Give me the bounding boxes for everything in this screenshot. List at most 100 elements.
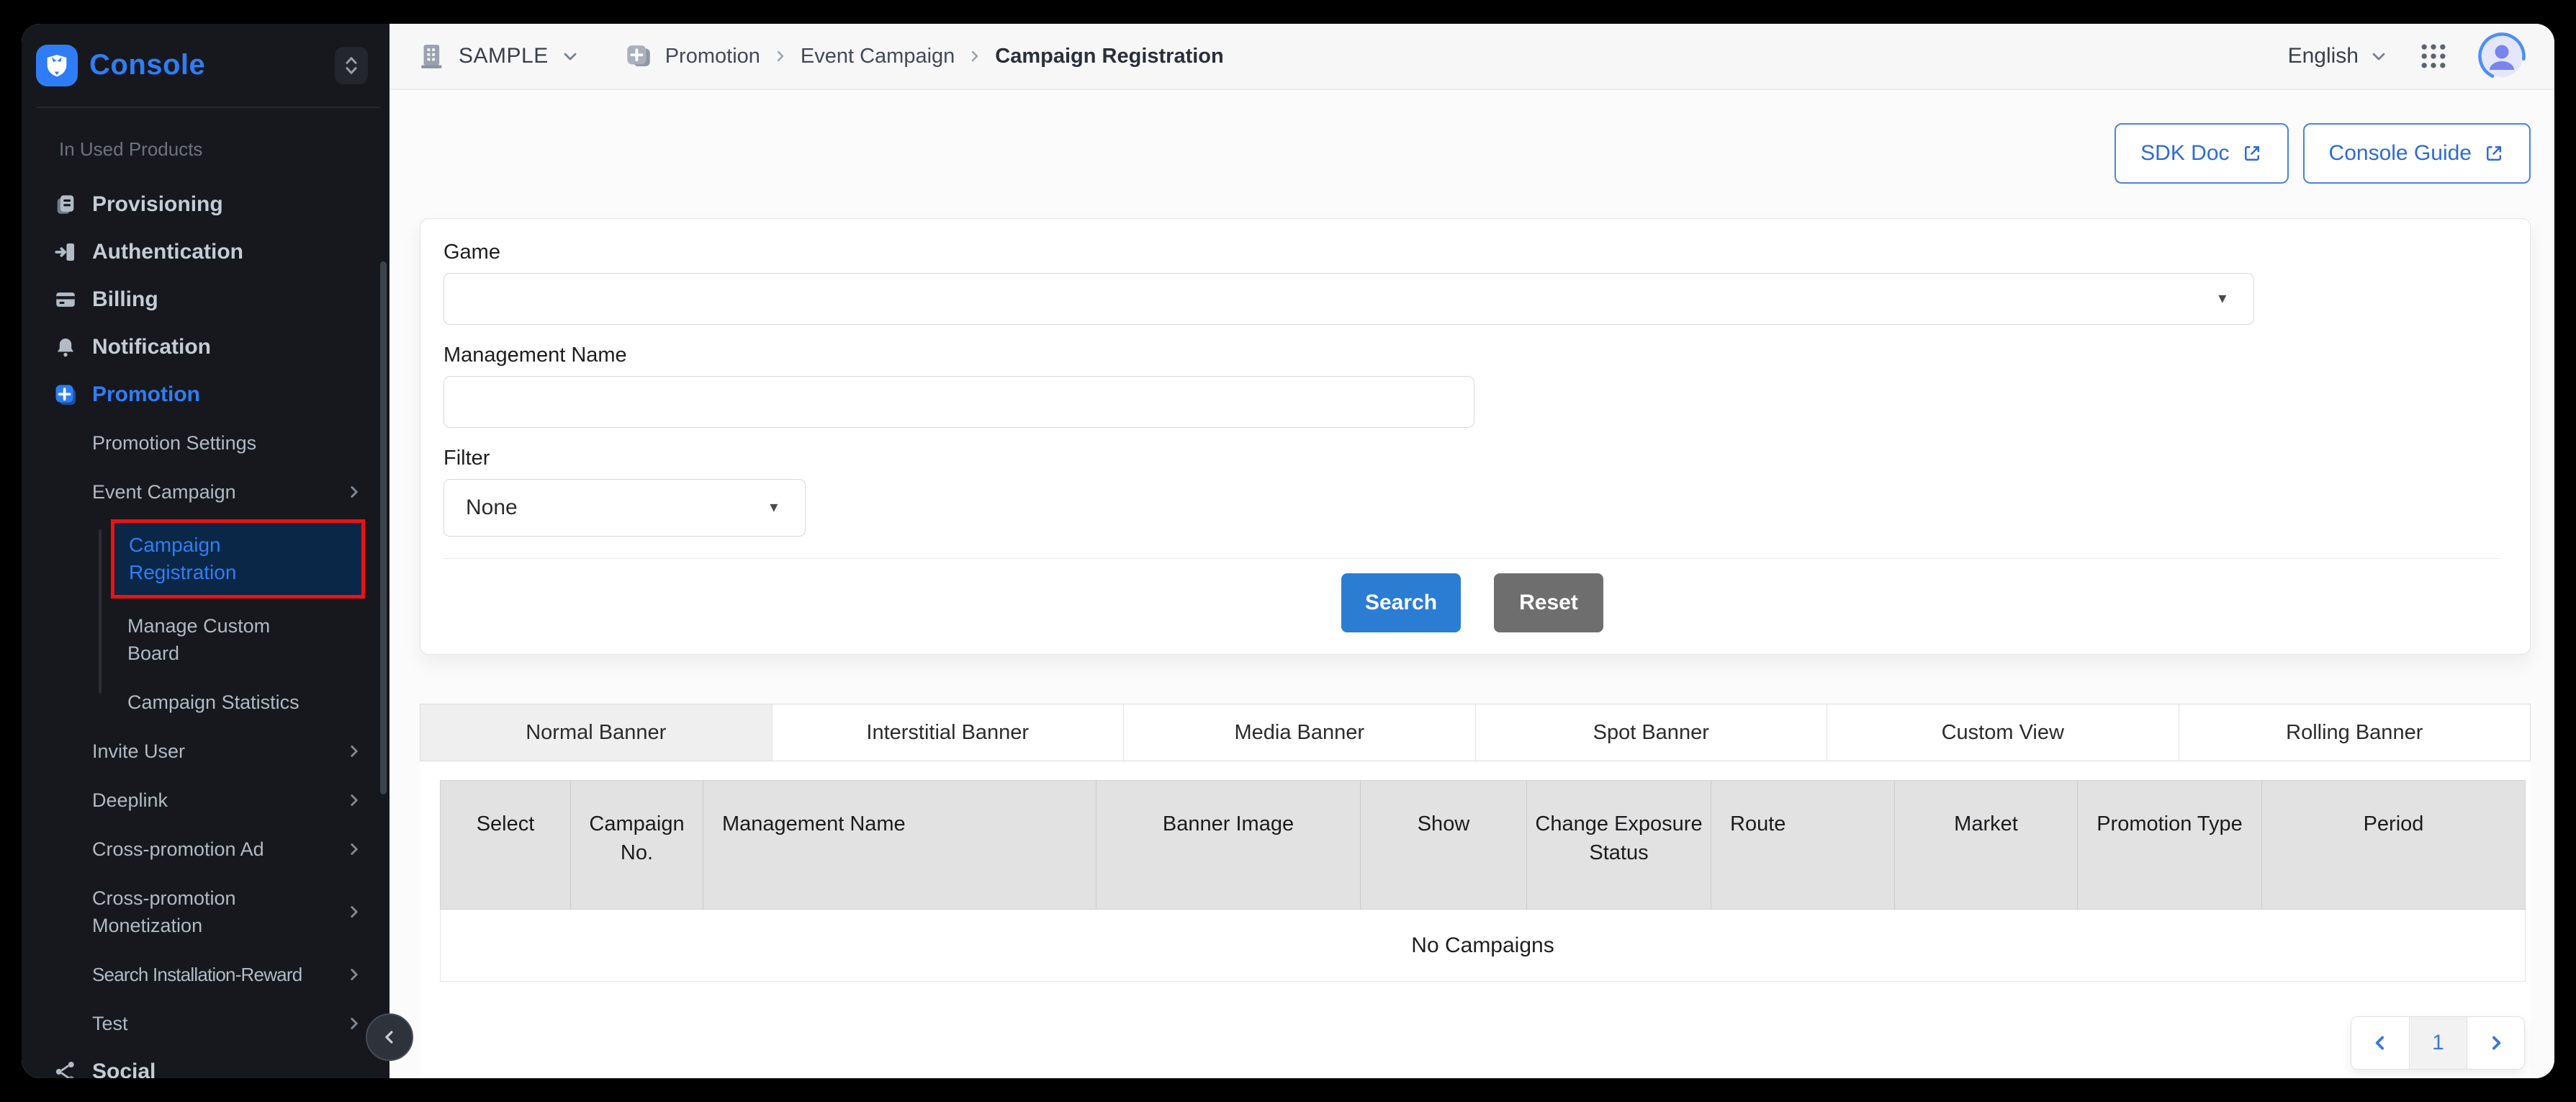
sidebar-item-promotion-settings[interactable]: Promotion Settings (22, 418, 389, 467)
sidebar-subitem-label: Test (92, 1013, 128, 1034)
management-name-input[interactable] (444, 377, 1474, 427)
language-selector[interactable]: English (2288, 44, 2389, 68)
breadcrumb-item[interactable]: Event Campaign (801, 45, 955, 68)
sdk-doc-button[interactable]: SDK Doc (2115, 123, 2288, 184)
sidebar-item-search-installation-reward[interactable]: Search Installation-Reward (22, 950, 389, 999)
sidebar-item-cross-promotion-ad[interactable]: Cross-promotion Ad (22, 825, 389, 874)
sidebar-item-notification[interactable]: Notification (22, 323, 389, 371)
sidebar-nav: Provisioning Authentication Billing (22, 181, 389, 1078)
chevron-right-icon (772, 48, 789, 65)
sidebar-item-promotion[interactable]: Promotion (22, 371, 389, 418)
search-button[interactable]: Search (1341, 573, 1461, 632)
sidebar-item-provisioning[interactable]: Provisioning (22, 181, 389, 228)
breadcrumb: Promotion Event Campaign Campaign Regist… (623, 41, 1224, 71)
sidebar-subitem-label: Campaign Statistics (127, 691, 300, 713)
breadcrumb-item[interactable]: Promotion (665, 45, 760, 68)
sidebar-item-label: Notification (92, 335, 211, 359)
event-campaign-subgroup: Campaign Registration Manage Custom Boar… (22, 519, 389, 727)
game-select[interactable]: ▼ (443, 273, 2254, 325)
console-guide-button[interactable]: Console Guide (2303, 123, 2531, 184)
building-icon (418, 41, 447, 71)
tab-custom-view[interactable]: Custom View (1827, 704, 2179, 761)
plus-badge-icon (53, 382, 78, 407)
sdk-doc-label: SDK Doc (2140, 141, 2229, 166)
tab-interstitial-banner[interactable]: Interstitial Banner (772, 704, 1124, 761)
credit-card-icon (53, 287, 78, 312)
campaign-table-panel: Select Campaign No. Management Name Bann… (420, 761, 2531, 1078)
external-link-icon (2483, 143, 2505, 164)
previous-page-button[interactable] (2351, 1017, 2409, 1069)
sidebar-item-social[interactable]: Social (22, 1048, 389, 1078)
sidebar-item-invite-user[interactable]: Invite User (22, 727, 389, 776)
org-name: SAMPLE (459, 44, 549, 68)
doc-links-row: SDK Doc Console Guide (420, 123, 2531, 184)
tab-spot-banner[interactable]: Spot Banner (1475, 704, 1827, 761)
column-header-market: Market (1894, 781, 2077, 909)
empty-table-row: No Campaigns (440, 910, 2526, 982)
caret-down-icon: ▼ (767, 500, 780, 515)
sidebar-item-test[interactable]: Test (22, 999, 389, 1048)
chevron-right-icon (2485, 1032, 2507, 1054)
console-logo-icon[interactable] (36, 45, 78, 86)
external-link-icon (2241, 143, 2263, 164)
sidebar-item-label: Provisioning (92, 192, 223, 217)
sidebar-scrollbar-thumb[interactable] (380, 261, 387, 794)
management-name-label: Management Name (443, 344, 2501, 367)
sidebar-item-billing[interactable]: Billing (22, 276, 389, 323)
project-switcher-button[interactable] (335, 47, 368, 84)
sidebar-item-label: Promotion (92, 382, 200, 407)
reset-button[interactable]: Reset (1494, 573, 1603, 632)
sidebar-subitem-label: Manage Custom Board (127, 612, 279, 667)
app-grid-icon[interactable] (2418, 40, 2449, 72)
sidebar-subitem-label: Cross-promotion Ad (92, 838, 264, 860)
sidebar-item-authentication[interactable]: Authentication (22, 228, 389, 276)
sidebar-section-label: In Used Products (59, 138, 389, 161)
sidebar-subitem-label: Invite User (92, 740, 185, 762)
sidebar-item-cross-promotion-monetization[interactable]: Cross-promotion Monetization (22, 874, 389, 950)
chevron-right-icon (345, 791, 364, 810)
sidebar-item-manage-custom-board[interactable]: Manage Custom Board (22, 601, 389, 678)
main-area: SAMPLE Promotion Event Campaign (389, 24, 2554, 1078)
chevron-right-icon (345, 483, 364, 501)
next-page-button[interactable] (2467, 1017, 2524, 1069)
up-down-chevrons-icon (341, 53, 362, 78)
tab-media-banner[interactable]: Media Banner (1123, 704, 1475, 761)
sidebar-item-deeplink[interactable]: Deeplink (22, 776, 389, 825)
app-title: Console (89, 49, 205, 81)
topbar: SAMPLE Promotion Event Campaign (389, 24, 2554, 90)
user-avatar[interactable] (2478, 32, 2526, 80)
sidebar-subitem-label: Search Installation-Reward (92, 964, 302, 985)
org-selector[interactable]: SAMPLE (418, 41, 580, 71)
bell-icon (53, 335, 78, 359)
tab-rolling-banner[interactable]: Rolling Banner (2179, 704, 2531, 761)
sidebar-item-label: Social (92, 1060, 156, 1078)
sidebar-item-campaign-statistics[interactable]: Campaign Statistics (22, 678, 389, 727)
breadcrumb-current: Campaign Registration (995, 45, 1223, 68)
language-label: English (2288, 44, 2359, 68)
chevron-right-icon (345, 902, 364, 921)
share-nodes-icon (53, 1060, 78, 1078)
page-number[interactable]: 1 (2409, 1017, 2467, 1069)
app-window: Console In Used Products Provisioning (22, 24, 2554, 1078)
column-header-campaign-no: Campaign No. (570, 781, 703, 909)
filter-label: Filter (443, 447, 2501, 470)
sidebar-item-event-campaign[interactable]: Event Campaign (22, 467, 389, 516)
column-header-period: Period (2261, 781, 2525, 909)
chevron-right-icon (966, 48, 983, 65)
console-guide-label: Console Guide (2329, 141, 2472, 166)
sidebar-subitem-label: Cross-promotion Monetization (92, 884, 272, 939)
tab-normal-banner[interactable]: Normal Banner (420, 704, 772, 761)
document-stack-icon (53, 192, 78, 217)
page-content: SDK Doc Console Guide Game (389, 90, 2554, 1078)
column-header-management-name: Management Name (703, 781, 1096, 909)
sidebar-subitem-label: Campaign Registration (129, 532, 258, 586)
chevron-left-icon (2369, 1032, 2391, 1054)
pagination: 1 (2351, 1016, 2525, 1070)
sidebar-item-label: Authentication (92, 240, 243, 264)
sidebar-collapse-button[interactable] (366, 1013, 413, 1061)
promotion-badge-icon (623, 41, 654, 71)
filter-select[interactable]: None ▼ (443, 479, 806, 537)
sidebar-item-campaign-registration-selected[interactable]: Campaign Registration (111, 519, 365, 599)
column-header-select: Select (441, 781, 570, 909)
card-divider (443, 558, 2501, 559)
